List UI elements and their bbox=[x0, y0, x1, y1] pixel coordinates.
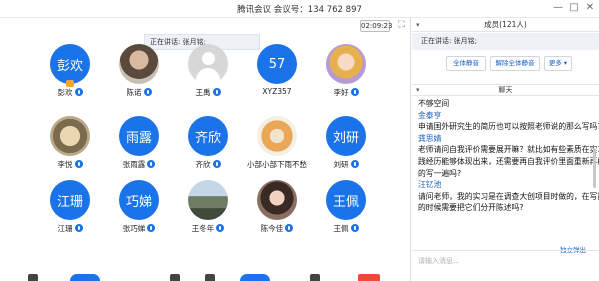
mic-icon bbox=[74, 224, 83, 232]
participant-name: 李好 bbox=[316, 87, 376, 98]
participant-name: 陈今佳 bbox=[247, 223, 307, 234]
avatar bbox=[119, 44, 159, 84]
more-button[interactable]: 更多 ▾ bbox=[544, 56, 572, 71]
video-grid: 02:09:23 ⛶ 正在讲话: 张月铭; 彭欢 彭欢 陈诺 王禹 57 XYZ… bbox=[0, 18, 411, 281]
participant-name: 张巧娣 bbox=[109, 223, 169, 234]
panel-speaking-indicator: 正在讲话: 张月铭; bbox=[412, 33, 599, 50]
participant-tile[interactable]: 刘研 刘研 bbox=[316, 116, 376, 174]
mic-icon bbox=[350, 160, 359, 168]
mic-icon bbox=[216, 224, 225, 232]
mic-icon bbox=[350, 88, 359, 96]
mute-all-button[interactable]: 全体静音 bbox=[446, 56, 486, 71]
participant-tile[interactable]: 王禹 bbox=[178, 44, 238, 102]
chat-message: 的时候需要把它们分开陈述吗? bbox=[418, 203, 524, 213]
chat-sender[interactable]: 龚思婧 bbox=[418, 133, 599, 145]
maximize-icon[interactable]: □ bbox=[567, 1, 581, 15]
minimize-icon[interactable]: — bbox=[551, 1, 565, 15]
chat-message: 践经历能够体现出来，还需要再自我评价里面重新再概括 bbox=[418, 156, 599, 166]
avatar: 齐欣 bbox=[188, 116, 228, 156]
bottom-toolbar bbox=[0, 272, 411, 281]
member-actions: 全体静音 解除全体静音 更多 ▾ bbox=[412, 56, 599, 74]
mic-icon bbox=[143, 88, 152, 96]
members-header: ▾ 成员(121人) bbox=[412, 18, 599, 32]
chat-message: 老师请问自我评价需要展开嘛？就比如有些素质在实习实 bbox=[418, 145, 599, 155]
chat-messages: 不够空间 金泰亨 申请国外研究生的简历也可以按照老师说的那么写吗? 龚思婧 老师… bbox=[412, 98, 599, 246]
chat-message: 申请国外研究生的简历也可以按照老师说的那么写吗? bbox=[418, 122, 599, 132]
avatar-partial bbox=[240, 274, 270, 281]
chat-message: 的写一遍吗? bbox=[418, 168, 462, 178]
chat-header: ▾ 聊天 bbox=[412, 84, 599, 96]
participant-tile[interactable]: 陈诺 bbox=[109, 44, 169, 102]
participant-name: 齐欣 bbox=[178, 159, 238, 170]
chat-input[interactable]: 请输入消息... bbox=[412, 250, 599, 281]
collapse-icon[interactable]: ▾ bbox=[416, 18, 420, 32]
mic-icon bbox=[74, 88, 83, 96]
collapse-icon[interactable]: ▾ bbox=[416, 85, 420, 96]
toolbar-share-icon[interactable] bbox=[170, 274, 180, 281]
avatar bbox=[257, 116, 297, 156]
participant-tile[interactable]: 巧娣 张巧娣 bbox=[109, 180, 169, 238]
end-meeting-button[interactable] bbox=[358, 274, 380, 281]
avatar bbox=[188, 180, 228, 220]
avatar bbox=[257, 180, 297, 220]
mic-icon bbox=[350, 224, 359, 232]
participant-tile[interactable]: 彭欢 彭欢 bbox=[40, 44, 100, 102]
participant-tile[interactable]: 李好 bbox=[316, 44, 376, 102]
participant-tile[interactable]: 王佩 王佩 bbox=[316, 180, 376, 238]
avatar bbox=[188, 44, 228, 84]
participant-name: 王冬年 bbox=[178, 223, 238, 234]
toolbar-invite-icon[interactable] bbox=[205, 274, 215, 281]
participant-tile[interactable]: 王冬年 bbox=[178, 180, 238, 238]
participant-name: 彭欢 bbox=[40, 87, 100, 98]
participant-name: 江珊 bbox=[40, 223, 100, 234]
participant-tile[interactable]: 雨露 张雨露 bbox=[109, 116, 169, 174]
mic-icon bbox=[212, 160, 221, 168]
participant-name: 李悦 bbox=[40, 159, 100, 170]
participant-tile[interactable]: 57 XYZ357 bbox=[247, 44, 307, 102]
chat-sender[interactable]: 金泰亨 bbox=[418, 110, 599, 122]
mic-icon bbox=[74, 160, 83, 168]
participant-tile[interactable]: 齐欣 齐欣 bbox=[178, 116, 238, 174]
participant-name: 刘研 bbox=[316, 159, 376, 170]
avatar-partial bbox=[70, 274, 100, 281]
avatar: 刘研 bbox=[326, 116, 366, 156]
chat-sender[interactable]: 汪钇池 bbox=[418, 179, 599, 191]
avatar: 雨露 bbox=[119, 116, 159, 156]
participant-name: 王佩 bbox=[316, 223, 376, 234]
avatar: 57 bbox=[257, 44, 297, 84]
participant-name: 小部小部下雨不愁 bbox=[247, 160, 307, 169]
avatar: 王佩 bbox=[326, 180, 366, 220]
participant-tile[interactable]: 江珊 江珊 bbox=[40, 180, 100, 238]
mic-icon bbox=[147, 160, 156, 168]
chat-scrollbar[interactable] bbox=[593, 148, 596, 188]
toolbar-audio-icon[interactable] bbox=[28, 274, 38, 281]
chat-message: 不够空间 bbox=[418, 99, 450, 108]
participant-name: XYZ357 bbox=[262, 87, 292, 96]
participant-tile[interactable]: 小部小部下雨不愁 bbox=[247, 116, 307, 174]
participant-name: 张雨露 bbox=[109, 159, 169, 170]
unmute-all-button[interactable]: 解除全体静音 bbox=[490, 56, 540, 71]
participant-tile[interactable]: 陈今佳 bbox=[247, 180, 307, 238]
avatar: 江珊 bbox=[50, 180, 90, 220]
avatar bbox=[326, 44, 366, 84]
title-bar: 腾讯会议 会议号：134 762 897 — □ ✕ bbox=[0, 0, 599, 18]
avatar bbox=[50, 116, 90, 156]
meeting-timer: 02:09:23 bbox=[360, 20, 393, 32]
host-badge-icon bbox=[66, 80, 74, 87]
mic-icon bbox=[147, 224, 156, 232]
mic-icon bbox=[212, 88, 221, 96]
toolbar-chat-icon[interactable] bbox=[310, 274, 320, 281]
chat-message: 请问老师，我的实习是在调查大创项目时做的，在写简历 bbox=[418, 191, 599, 201]
fullscreen-icon[interactable]: ⛶ bbox=[396, 20, 407, 31]
avatar: 巧娣 bbox=[119, 180, 159, 220]
close-icon[interactable]: ✕ bbox=[583, 1, 597, 15]
participant-tile[interactable]: 李悦 bbox=[40, 116, 100, 174]
window-title: 腾讯会议 会议号：134 762 897 bbox=[237, 5, 362, 15]
side-panel: ▾ 成员(121人) 正在讲话: 张月铭; 全体静音 解除全体静音 更多 ▾ ▾… bbox=[412, 18, 599, 281]
mic-icon bbox=[285, 224, 294, 232]
chat-input-placeholder: 请输入消息... bbox=[418, 257, 460, 265]
participant-name: 陈诺 bbox=[109, 87, 169, 98]
avatar: 彭欢 bbox=[50, 44, 90, 84]
participant-name: 王禹 bbox=[178, 87, 238, 98]
